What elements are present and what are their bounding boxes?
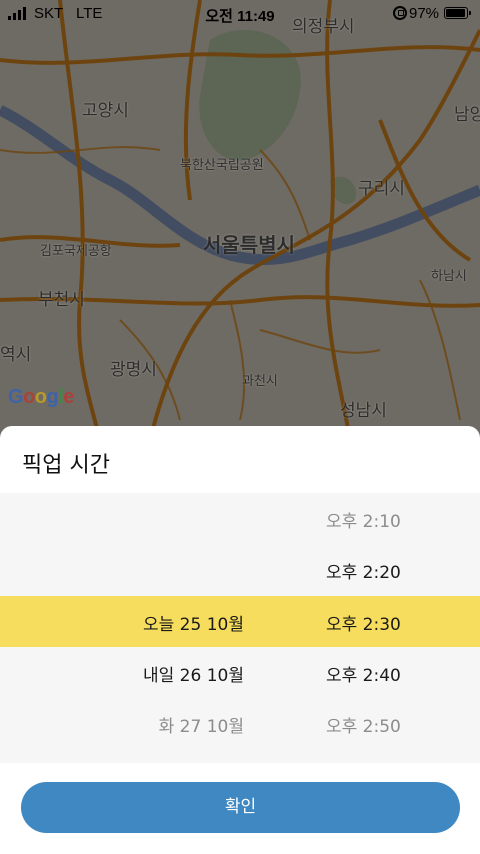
map-label: 북한산국립공원	[180, 158, 264, 173]
map-label: 부천시	[38, 290, 85, 310]
map-label: 성남시	[340, 401, 387, 421]
battery-percentage: 97%	[409, 5, 440, 22]
pickup-time-sheet: 픽업 시간 오후 2:10 오후 2:20 오늘 25 10월 오후 2:30 …	[0, 426, 480, 854]
picker-date: 내일 26 10월	[143, 666, 244, 686]
status-time: 오전 11:49	[205, 8, 275, 25]
confirm-button[interactable]: 확인	[21, 782, 460, 833]
picker-time: 오후 2:40	[326, 666, 401, 686]
picker-time: 오후 2:10	[326, 512, 401, 532]
orientation-lock-icon	[393, 6, 407, 20]
picker-row[interactable]: 오후 2:10	[0, 493, 480, 544]
time-picker[interactable]: 오후 2:10 오후 2:20 오늘 25 10월 오후 2:30 내일 26 …	[0, 493, 480, 763]
map-label: 구리시	[358, 179, 405, 199]
map-view[interactable]: 의정부시 고양시 남양 북한산국립공원 구리시 김포국제공항 서울특별시 하남시…	[0, 0, 480, 440]
map-label: 광명시	[110, 360, 157, 380]
picker-time: 오후 2:50	[326, 717, 401, 737]
picker-date: 오늘 25 10월	[143, 615, 244, 635]
picker-row[interactable]: 화 27 10월 오후 2:50	[0, 698, 480, 749]
map-label: 남양	[454, 105, 480, 125]
map-label: 서울특별시	[203, 233, 295, 257]
status-bar: SKT LTE 오전 11:49 97%	[0, 0, 480, 28]
map-label: 김포국제공항	[40, 244, 112, 259]
map-label: 고양시	[82, 101, 129, 121]
map-label: 과천시	[242, 374, 278, 389]
map-dim-overlay	[0, 0, 480, 440]
battery-icon	[444, 7, 471, 19]
map-label: 하남시	[431, 269, 467, 284]
map-label: 역시	[0, 345, 32, 365]
picker-row-selected[interactable]: 오늘 25 10월 오후 2:30	[0, 596, 480, 647]
picker-row[interactable]: 내일 26 10월 오후 2:40	[0, 647, 480, 698]
picker-time: 오후 2:30	[326, 615, 401, 635]
sheet-title: 픽업 시간	[22, 453, 110, 478]
picker-date: 화 27 10월	[158, 717, 244, 737]
google-logo: Google	[8, 386, 74, 408]
picker-row[interactable]: 오후 2:20	[0, 544, 480, 595]
picker-time: 오후 2:20	[326, 563, 401, 583]
